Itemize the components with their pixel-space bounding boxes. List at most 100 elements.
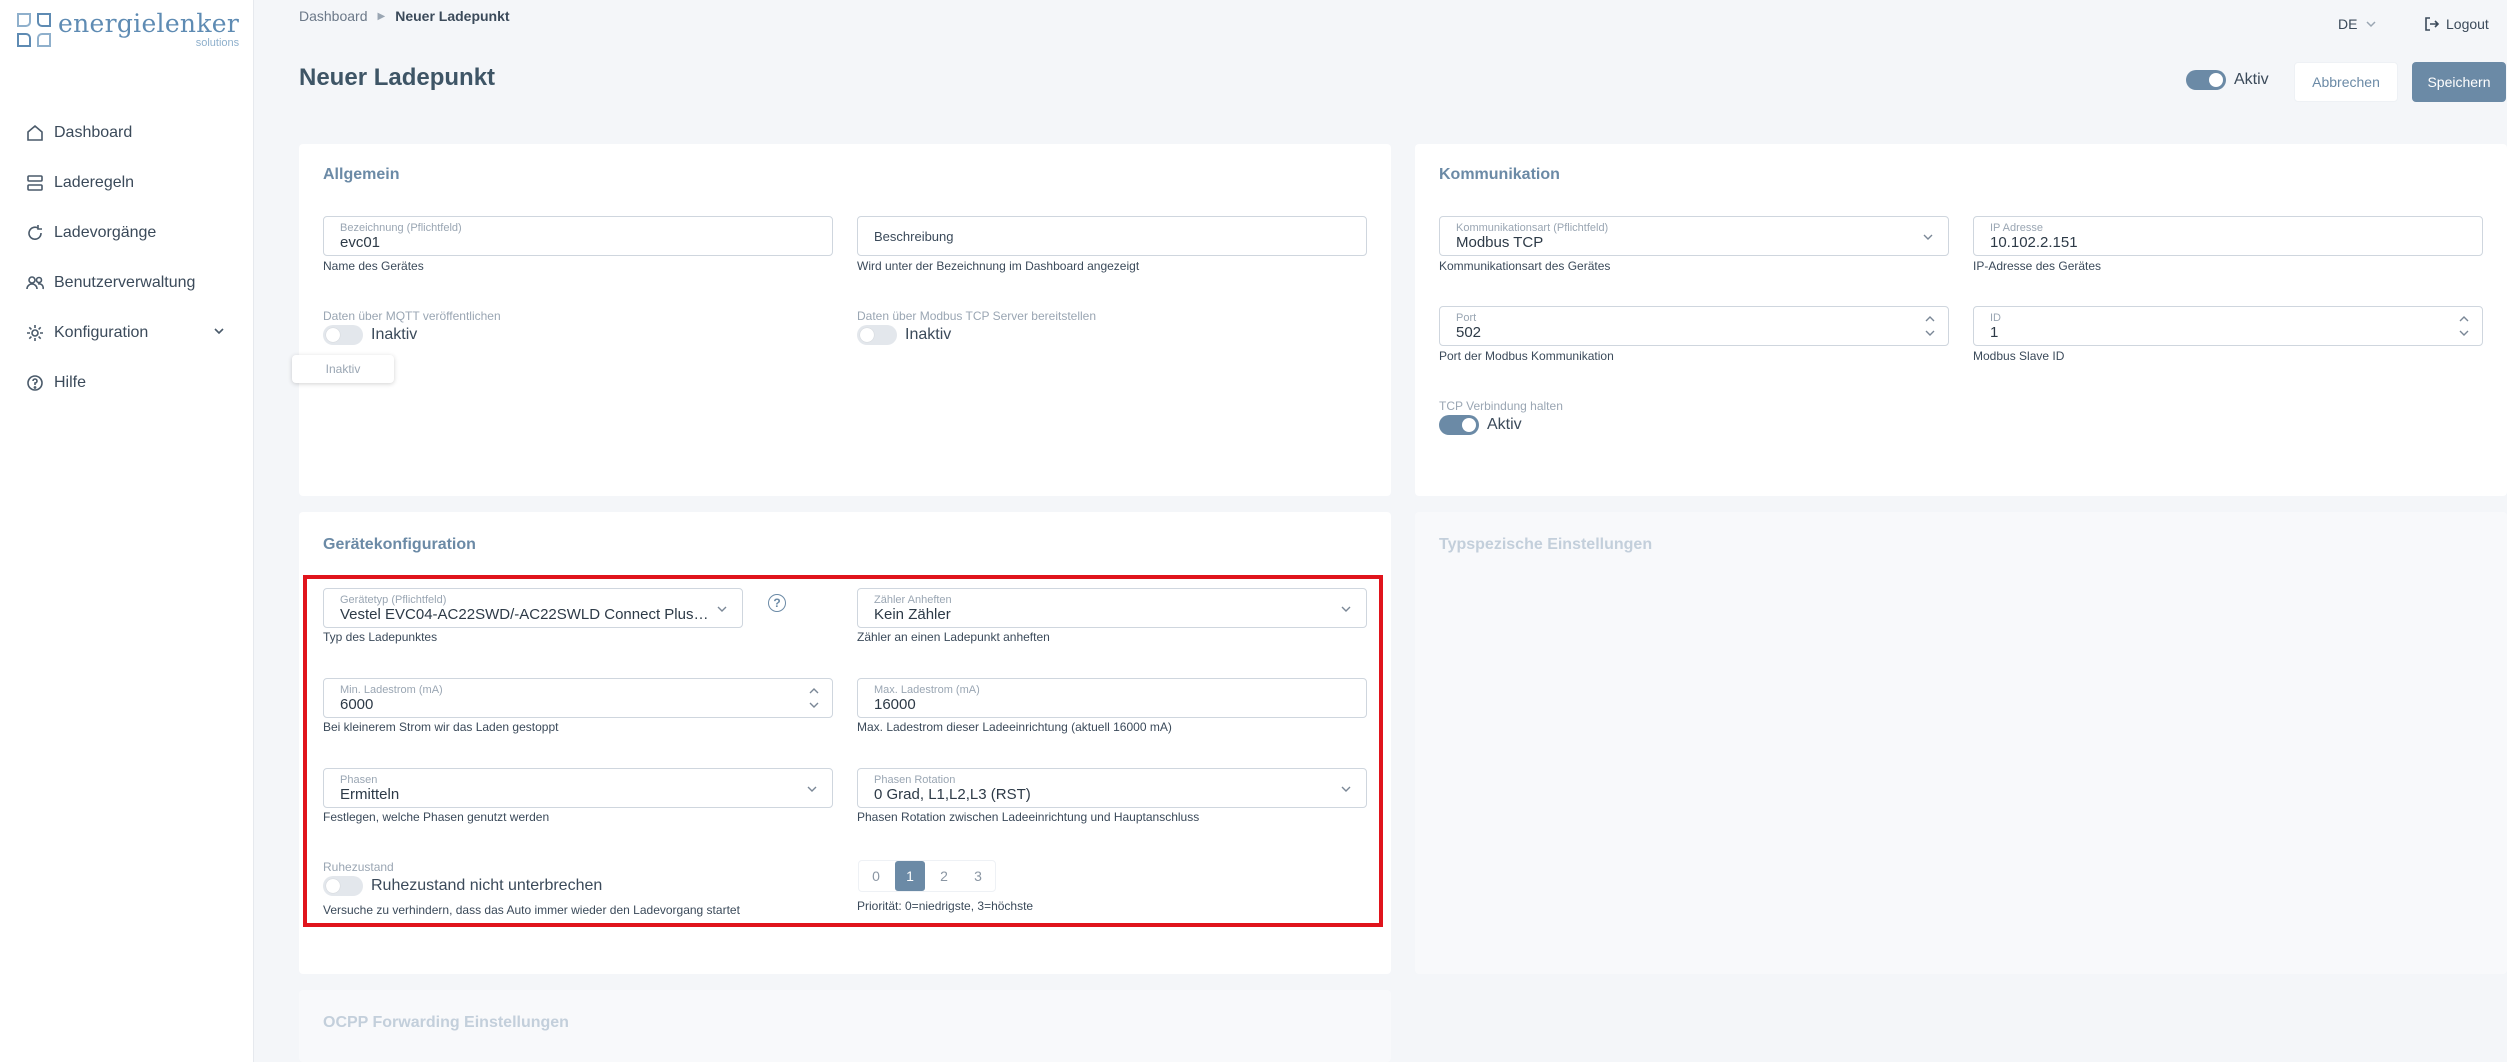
chevron-down-icon[interactable] (2458, 327, 2470, 339)
chevron-down-icon (717, 606, 727, 612)
port-stepper[interactable]: Port 502 (1439, 306, 1949, 346)
field-hint: Modbus Slave ID (1973, 349, 2065, 363)
refresh-icon (28, 225, 42, 240)
logo-icon (14, 10, 54, 50)
breadcrumb-separator-icon: ▶ (377, 10, 386, 22)
field-label: Min. Ladestrom (mA) (340, 684, 443, 696)
priority-option[interactable]: 0 (859, 861, 893, 891)
tcp-toggle[interactable] (1439, 415, 1479, 435)
breadcrumb-root[interactable]: Dashboard (299, 8, 368, 24)
stepper-arrows[interactable] (808, 685, 820, 713)
sidebar-item-konfiguration[interactable]: Konfiguration (26, 308, 226, 358)
bezeichnung-field[interactable]: Bezeichnung (Pflichtfeld) evc01 (323, 216, 833, 256)
field-label: Bezeichnung (Pflichtfeld) (340, 222, 462, 234)
card-title: Typspezische Einstellungen (1439, 536, 1653, 553)
card-title: OCPP Forwarding Einstellungen (323, 1014, 569, 1031)
question-icon[interactable]: ? (768, 594, 786, 612)
min-ladestrom-stepper[interactable]: Min. Ladestrom (mA) 6000 (323, 678, 833, 718)
chevron-down-icon[interactable] (1924, 327, 1936, 339)
ip-address-field[interactable]: IP Adresse 10.102.2.151 (1973, 216, 2483, 256)
field-label: Zähler Anheften (874, 594, 952, 606)
mqtt-tooltip: Inaktiv (292, 355, 394, 383)
mqtt-label: Daten über MQTT veröffentlichen (323, 309, 501, 323)
chevron-down-icon (807, 786, 817, 792)
field-value: 6000 (340, 696, 374, 713)
sidebar-item-laderegeln[interactable]: Laderegeln (26, 158, 226, 208)
sidebar-item-label: Hilfe (54, 374, 87, 391)
chevron-down-icon[interactable] (212, 324, 226, 343)
card-title: Kommunikation (1439, 166, 1560, 183)
sidebar-item-benutzerverwaltung[interactable]: Benutzerverwaltung (26, 258, 226, 308)
sidebar-item-label: Benutzerverwaltung (54, 274, 196, 291)
slave-id-stepper[interactable]: ID 1 (1973, 306, 2483, 346)
stepper-arrows[interactable] (1924, 313, 1936, 341)
priority-selector: 0 1 2 3 (858, 860, 996, 892)
rules-icon (27, 175, 43, 191)
field-value: 502 (1456, 324, 1482, 341)
modbus-toggle-row: Inaktiv (857, 325, 951, 345)
ruhezustand-toggle-row: Ruhezustand nicht unterbrechen (323, 876, 602, 896)
card-allgemein: Allgemein Bezeichnung (Pflichtfeld) evc0… (299, 144, 1391, 496)
modbus-state: Inaktiv (905, 326, 952, 343)
field-label: Max. Ladestrom (mA) (874, 684, 980, 696)
language-select[interactable]: DE (2338, 16, 2377, 32)
field-value: Kein Zähler (874, 606, 951, 623)
field-label: IP Adresse (1990, 222, 2043, 234)
cancel-button[interactable]: Abbrechen (2294, 62, 2398, 102)
card-typspezifisch: Typspezische Einstellungen (1415, 512, 2507, 974)
modbus-toggle[interactable] (857, 325, 897, 345)
ruhezustand-state: Ruhezustand nicht unterbrechen (371, 877, 603, 894)
field-label: Gerätetyp (Pflichtfeld) (340, 594, 447, 606)
active-toggle-row: Aktiv (2186, 70, 2269, 90)
priority-option[interactable]: 3 (961, 861, 995, 891)
brand-logo[interactable]: energielenker solutions (14, 10, 239, 50)
users-icon (26, 276, 44, 290)
card-ocpp: OCPP Forwarding Einstellungen (299, 990, 1391, 1062)
chevron-up-icon[interactable] (2458, 313, 2470, 325)
gear-icon (27, 325, 43, 341)
active-toggle[interactable] (2186, 70, 2226, 90)
chevron-up-icon[interactable] (1924, 313, 1936, 325)
field-hint: Phasen Rotation zwischen Ladeeinrichtung… (857, 810, 1200, 824)
logout-button[interactable]: Logout (2424, 16, 2489, 32)
stepper-arrows[interactable] (2458, 313, 2470, 341)
active-label: Aktiv (2234, 71, 2269, 88)
phasen-select[interactable]: Phasen Ermitteln (323, 768, 833, 808)
priority-option-selected[interactable]: 1 (895, 861, 925, 891)
field-label: Kommunikationsart (Pflichtfeld) (1456, 222, 1609, 234)
max-ladestrom-field[interactable]: Max. Ladestrom (mA) 16000 (857, 678, 1367, 718)
brand-name: energielenker (58, 9, 240, 38)
zaehler-select[interactable]: Zähler Anheften Kein Zähler (857, 588, 1367, 628)
chevron-up-icon[interactable] (808, 685, 820, 697)
chevron-down-icon (1341, 786, 1351, 792)
phasen-rotation-select[interactable]: Phasen Rotation 0 Grad, L1,L2,L3 (RST) (857, 768, 1367, 808)
ruhezustand-label: Ruhezustand (323, 860, 394, 874)
sidebar-item-hilfe[interactable]: Hilfe (26, 358, 226, 408)
field-label: ID (1990, 312, 2001, 324)
field-hint: Port der Modbus Kommunikation (1439, 349, 1614, 363)
chevron-down-icon[interactable] (808, 699, 820, 711)
logout-icon (2425, 17, 2440, 31)
sidebar-item-dashboard[interactable]: Dashboard (26, 108, 226, 158)
card-title: Gerätekonfiguration (323, 536, 476, 553)
field-hint: Kommunikationsart des Gerätes (1439, 259, 1611, 273)
help-icon (27, 375, 43, 391)
breadcrumb: Dashboard ▶ Neuer Ladepunkt (299, 8, 510, 24)
geraetetyp-select[interactable]: Gerätetyp (Pflichtfeld) Vestel EVC04-AC2… (323, 588, 743, 628)
chevron-down-icon (1923, 234, 1933, 240)
sidebar-item-label: Ladevorgänge (54, 224, 157, 241)
field-label: Phasen Rotation (874, 774, 956, 786)
beschreibung-field[interactable]: Beschreibung (857, 216, 1367, 256)
card-kommunikation: Kommunikation Kommunikationsart (Pflicht… (1415, 144, 2507, 496)
brand-sub: solutions (195, 37, 240, 49)
field-placeholder: Beschreibung (874, 229, 954, 244)
priority-option[interactable]: 2 (927, 861, 961, 891)
priority-hint: Priorität: 0=niedrigste, 3=höchste (857, 899, 1034, 913)
mqtt-toggle[interactable] (323, 325, 363, 345)
ruhezustand-toggle[interactable] (323, 876, 363, 896)
home-icon (27, 124, 43, 141)
save-button[interactable]: Speichern (2412, 62, 2506, 102)
tcp-state: Aktiv (1487, 416, 1522, 433)
sidebar-item-ladevorgaenge[interactable]: Ladevorgänge (26, 208, 226, 258)
kommunikationsart-select[interactable]: Kommunikationsart (Pflichtfeld) Modbus T… (1439, 216, 1949, 256)
